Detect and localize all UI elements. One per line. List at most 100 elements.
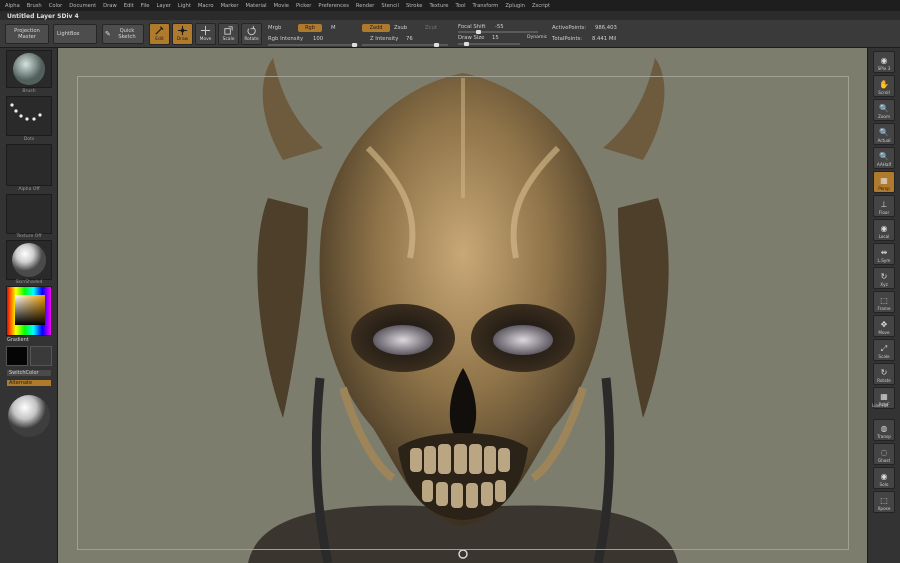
transp-icon: ◍: [880, 424, 888, 433]
right-tray-label: Solo: [879, 482, 889, 487]
right-tray-frame-button[interactable]: ⬚ Frame: [873, 291, 895, 313]
z-intensity-slider[interactable]: [362, 43, 448, 47]
right-tray-label: Xpose: [877, 506, 891, 511]
right-tray-scroll-button[interactable]: ✋ Scroll: [873, 75, 895, 97]
menu-item-material[interactable]: Material: [246, 3, 267, 9]
rgb-intensity-knob[interactable]: [352, 43, 357, 47]
edit-button[interactable]: Edit: [149, 23, 170, 45]
lightbox-button[interactable]: LightBox: [53, 24, 97, 44]
right-tray-xyz-button[interactable]: ↻ Xyz: [873, 267, 895, 289]
switch-color-button[interactable]: SwitchColor: [7, 370, 51, 376]
scale-button[interactable]: Scale: [218, 23, 239, 45]
frame-icon: ⬚: [880, 296, 888, 305]
document-frame: [77, 76, 849, 550]
zcut-toggle[interactable]: Zcut: [425, 25, 437, 31]
right-tray-xpose-button[interactable]: ⬚ Xpose: [873, 491, 895, 513]
zsub-toggle[interactable]: Zsub: [394, 25, 407, 31]
focal-shift-knob[interactable]: [476, 30, 481, 34]
z-intensity-knob[interactable]: [434, 43, 439, 47]
right-tray-label: Scale: [878, 354, 890, 359]
menu-item-draw[interactable]: Draw: [103, 3, 117, 9]
z-intensity-value: 76: [406, 36, 413, 42]
menu-item-layer[interactable]: Layer: [156, 3, 170, 9]
menu-item-marker[interactable]: Marker: [221, 3, 239, 9]
edit-icon: [155, 26, 164, 35]
mrgb-toggle[interactable]: Mrgb: [268, 25, 281, 31]
move-icon: [200, 25, 211, 36]
menu-item-color[interactable]: Color: [49, 3, 63, 9]
menu-item-document[interactable]: Document: [69, 3, 96, 9]
scroll-icon: ✋: [879, 80, 889, 89]
right-tray-local-button[interactable]: ◉ Local: [873, 219, 895, 241]
alternate-button[interactable]: Alternate: [7, 380, 51, 386]
right-tray-l-sym-button[interactable]: ⇹ L.Sym: [873, 243, 895, 265]
right-tray-label: AAHalf: [876, 162, 892, 167]
draw-size-knob[interactable]: [464, 42, 469, 46]
rotate-button[interactable]: Rotate: [241, 23, 262, 45]
menu-item-edit[interactable]: Edit: [124, 3, 134, 9]
right-tray-solo-button[interactable]: ◉ Solo: [873, 467, 895, 489]
menu-item-stroke[interactable]: Stroke: [406, 3, 423, 9]
menu-item-tool[interactable]: Tool: [455, 3, 465, 9]
stroke-label: Dots: [23, 137, 35, 142]
dynamic-toggle[interactable]: Dynamic: [527, 35, 547, 40]
right-tray-actual-button[interactable]: 🔍 Actual: [873, 123, 895, 145]
rgb-toggle[interactable]: Rgb: [298, 24, 322, 32]
top-shelf: Projection Master LightBox ✎ Quick Sketc…: [0, 20, 900, 48]
brush-selector[interactable]: [6, 50, 52, 88]
menu-item-alpha[interactable]: Alpha: [5, 3, 20, 9]
right-tray-persp-button[interactable]: ▦ Persp: [873, 171, 895, 193]
right-tray-label: Floor: [878, 210, 890, 215]
rgb-intensity-slider[interactable]: [268, 43, 358, 47]
menu-item-transform[interactable]: Transform: [473, 3, 499, 9]
document-canvas[interactable]: [58, 48, 867, 563]
right-tray-scale-button[interactable]: ⤢ Scale: [873, 339, 895, 361]
right-tray-spix-3-button[interactable]: ◉ SPix 3: [873, 51, 895, 73]
menu-item-render[interactable]: Render: [356, 3, 374, 9]
menu-item-preferences[interactable]: Preferences: [318, 3, 349, 9]
stroke-selector[interactable]: [6, 96, 52, 136]
right-tray-label: Actual: [877, 138, 891, 143]
alpha-selector[interactable]: [6, 144, 52, 186]
right-tray-zoom-button[interactable]: 🔍 Zoom: [873, 99, 895, 121]
rgb-intensity-label: Rgb Intensity: [268, 36, 304, 42]
menu-item-macro[interactable]: Macro: [198, 3, 214, 9]
material-selector[interactable]: [6, 240, 52, 280]
color-picker[interactable]: [6, 286, 52, 336]
right-tray-label: Local: [878, 234, 890, 239]
menu-item-file[interactable]: File: [141, 3, 150, 9]
right-tray-aahalf-button[interactable]: 🔍 AAHalf: [873, 147, 895, 169]
projection-master-button[interactable]: Projection Master: [5, 24, 49, 44]
color-picker-square[interactable]: [15, 295, 45, 325]
floor-icon: ⊥: [880, 200, 888, 209]
right-tray-label: Frame: [877, 306, 891, 311]
rgb-intensity-value: 100: [313, 36, 324, 42]
right-tray-ghost-button[interactable]: ◌ Ghost: [873, 443, 895, 465]
right-tray-transp-button[interactable]: ◍ Transp: [873, 419, 895, 441]
menu-item-texture[interactable]: Texture: [429, 3, 448, 9]
secondary-color-swatch[interactable]: [30, 346, 52, 366]
m-toggle[interactable]: M: [331, 25, 336, 31]
right-tray-move-button[interactable]: ✥ Move: [873, 315, 895, 337]
menu-item-zplugin[interactable]: Zplugin: [505, 3, 525, 9]
menu-item-brush[interactable]: Brush: [27, 3, 42, 9]
quick-sketch-button[interactable]: ✎ Quick Sketch: [102, 24, 144, 44]
menu-item-zscript[interactable]: Zscript: [532, 3, 550, 9]
right-tray: ◉ SPix 3 ✋ Scroll 🔍 Zoom 🔍 Actual 🔍 AAHalf ▦ Persp ⊥…: [867, 48, 900, 563]
focal-shift-slider[interactable]: [458, 30, 538, 34]
draw-label: Draw: [176, 37, 189, 42]
line-fill-toggle[interactable]: Line Fill: [872, 403, 888, 408]
actual-icon: 🔍: [879, 128, 889, 137]
zadd-toggle[interactable]: Zadd: [362, 24, 390, 32]
draw-size-slider[interactable]: [458, 42, 520, 46]
right-tray-rotate-button[interactable]: ↻ Rotate: [873, 363, 895, 385]
draw-button[interactable]: Draw: [172, 23, 193, 45]
menu-item-stencil[interactable]: Stencil: [381, 3, 399, 9]
menu-item-picker[interactable]: Picker: [296, 3, 311, 9]
main-color-swatch[interactable]: [6, 346, 28, 366]
texture-selector[interactable]: [6, 194, 52, 234]
menu-item-movie[interactable]: Movie: [274, 3, 289, 9]
right-tray-floor-button[interactable]: ⊥ Floor: [873, 195, 895, 217]
move-button[interactable]: Move: [195, 23, 216, 45]
menu-item-light[interactable]: Light: [178, 3, 191, 9]
